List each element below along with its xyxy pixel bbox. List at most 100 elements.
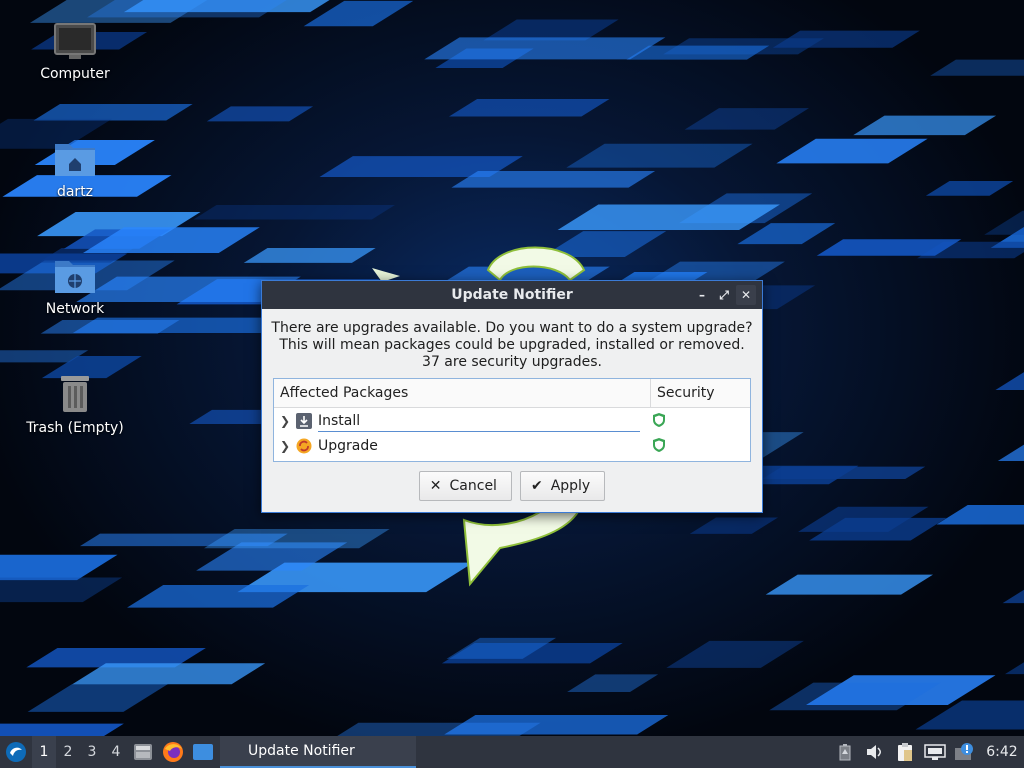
message-line: 37 are security upgrades.	[422, 354, 602, 370]
desktop-icon-home-folder[interactable]: dartz	[15, 140, 135, 200]
volume-control[interactable]	[860, 736, 890, 768]
network-icon	[924, 744, 946, 760]
start-menu-button[interactable]	[0, 736, 32, 768]
column-header-packages[interactable]: Affected Packages	[274, 379, 651, 407]
wallpaper-streak	[925, 180, 1014, 196]
download-icon	[296, 412, 312, 429]
system-tray: 6:42	[830, 736, 1024, 768]
minimize-button[interactable]: –	[692, 285, 712, 305]
trash-icon	[61, 376, 89, 412]
desktop-icon-computer[interactable]: Computer	[15, 22, 135, 82]
workspace-3[interactable]: 3	[80, 736, 104, 768]
wallpaper-streak	[0, 554, 118, 581]
wallpaper-streak	[689, 517, 779, 534]
wallpaper-streak	[27, 683, 169, 712]
dialog-button-row: ✕ Cancel ✔ Apply	[262, 471, 762, 501]
desktop-background: Computer dartz Network Trash (Empty) Upd…	[0, 0, 1024, 736]
maximize-button[interactable]: ⤢	[714, 285, 734, 305]
workspace-4[interactable]: 4	[104, 736, 128, 768]
close-icon: ✕	[429, 478, 442, 494]
lubuntu-logo-icon	[6, 742, 26, 762]
wallpaper-streak	[451, 171, 656, 188]
wallpaper-streak	[0, 577, 123, 603]
network-indicator[interactable]	[920, 736, 950, 768]
update-alert-icon	[955, 743, 973, 760]
tree-row-install[interactable]: ❯ Install	[274, 408, 750, 433]
cancel-label: Cancel	[449, 478, 497, 494]
wallpaper-streak	[40, 320, 180, 334]
wallpaper-streak	[193, 204, 396, 220]
wallpaper-streak	[853, 115, 997, 136]
upgrade-icon	[296, 438, 312, 454]
volume-icon	[867, 745, 881, 759]
wallpaper-streak	[1002, 589, 1024, 604]
message-line: This will mean packages could be upgrade…	[279, 337, 745, 353]
wallpaper-streak	[772, 30, 920, 48]
wallpaper-logo-bottom	[462, 511, 580, 587]
taskbar-window-update-notifier[interactable]: Update Notifier	[220, 736, 416, 768]
wallpaper-streak	[737, 223, 836, 245]
apply-label: Apply	[550, 478, 591, 494]
network-folder-icon	[55, 261, 95, 293]
dialog-title: Update Notifier	[451, 287, 573, 303]
taskbar: 1 2 3 4 Update Notifier 6:42	[0, 736, 1024, 768]
desktop-icon-trash[interactable]: Trash (Empty)	[15, 374, 135, 436]
expander-icon[interactable]: ❯	[280, 414, 294, 428]
desktop-icon-label: Computer	[40, 66, 110, 82]
row-label: Upgrade	[318, 437, 378, 454]
wallpaper-streak	[1004, 662, 1024, 675]
computer-icon	[54, 23, 96, 59]
message-line: There are upgrades available. Do you wan…	[271, 320, 753, 336]
shield-check-icon	[652, 437, 666, 457]
expander-icon[interactable]: ❯	[280, 439, 294, 453]
affected-packages-tree[interactable]: Affected Packages Security ❯ Install ❯ U…	[273, 378, 751, 462]
show-desktop-launcher[interactable]	[188, 736, 218, 768]
close-button[interactable]: ✕	[736, 285, 756, 305]
clock[interactable]: 6:42	[980, 744, 1024, 760]
file-manager-launcher[interactable]	[128, 736, 158, 768]
desktop-icon-label: Trash (Empty)	[26, 420, 124, 436]
dialog-titlebar[interactable]: Update Notifier – ⤢ ✕	[262, 281, 762, 309]
wallpaper-streak	[483, 19, 619, 41]
wallpaper-streak	[557, 204, 780, 231]
column-header-security[interactable]: Security	[651, 379, 750, 407]
clipboard-manager[interactable]	[890, 736, 920, 768]
wallpaper-streak	[995, 372, 1024, 390]
wallpaper-streak	[33, 103, 193, 121]
cancel-button[interactable]: ✕ Cancel	[418, 471, 512, 501]
wallpaper-streak	[243, 248, 376, 263]
wallpaper-streak	[206, 106, 314, 122]
tree-header: Affected Packages Security	[274, 379, 750, 408]
shield-check-icon	[652, 412, 666, 432]
clipboard-icon	[898, 743, 912, 761]
maximize-icon: ⤢	[719, 287, 729, 302]
update-notifier-dialog: Update Notifier – ⤢ ✕ There are upgrades…	[261, 280, 763, 513]
wallpaper-streak	[930, 59, 1024, 76]
home-folder-icon	[55, 144, 95, 176]
desktop-icon-label: Network	[45, 301, 105, 317]
battery-indicator[interactable]	[830, 736, 860, 768]
wallpaper-streak	[936, 505, 1024, 525]
wallpaper-streak	[204, 529, 390, 549]
firefox-icon	[163, 742, 183, 762]
dialog-message: There are upgrades available. Do you wan…	[262, 309, 762, 371]
wallpaper-streak	[127, 584, 310, 608]
workspace-1[interactable]: 1	[32, 736, 56, 768]
wallpaper-streak	[424, 37, 666, 60]
taskbar-window-title: Update Notifier	[248, 743, 355, 759]
firefox-launcher[interactable]	[158, 736, 188, 768]
wallpaper-streak	[997, 444, 1024, 462]
workspace-2[interactable]: 2	[56, 736, 80, 768]
minimize-icon: –	[699, 288, 705, 302]
update-notifier-tray[interactable]	[950, 736, 980, 768]
tree-row-upgrade[interactable]: ❯ Upgrade	[274, 433, 750, 458]
desktop-icon-label: dartz	[56, 184, 94, 200]
apply-button[interactable]: ✔ Apply	[519, 471, 606, 501]
wallpaper-streak	[666, 640, 804, 668]
wallpaper-streak	[765, 574, 934, 595]
wallpaper-streak	[567, 674, 659, 692]
battery-icon	[839, 744, 851, 761]
row-label: Install	[318, 413, 640, 432]
wallpaper-streak	[72, 663, 266, 685]
desktop-icon-network[interactable]: Network	[15, 257, 135, 317]
